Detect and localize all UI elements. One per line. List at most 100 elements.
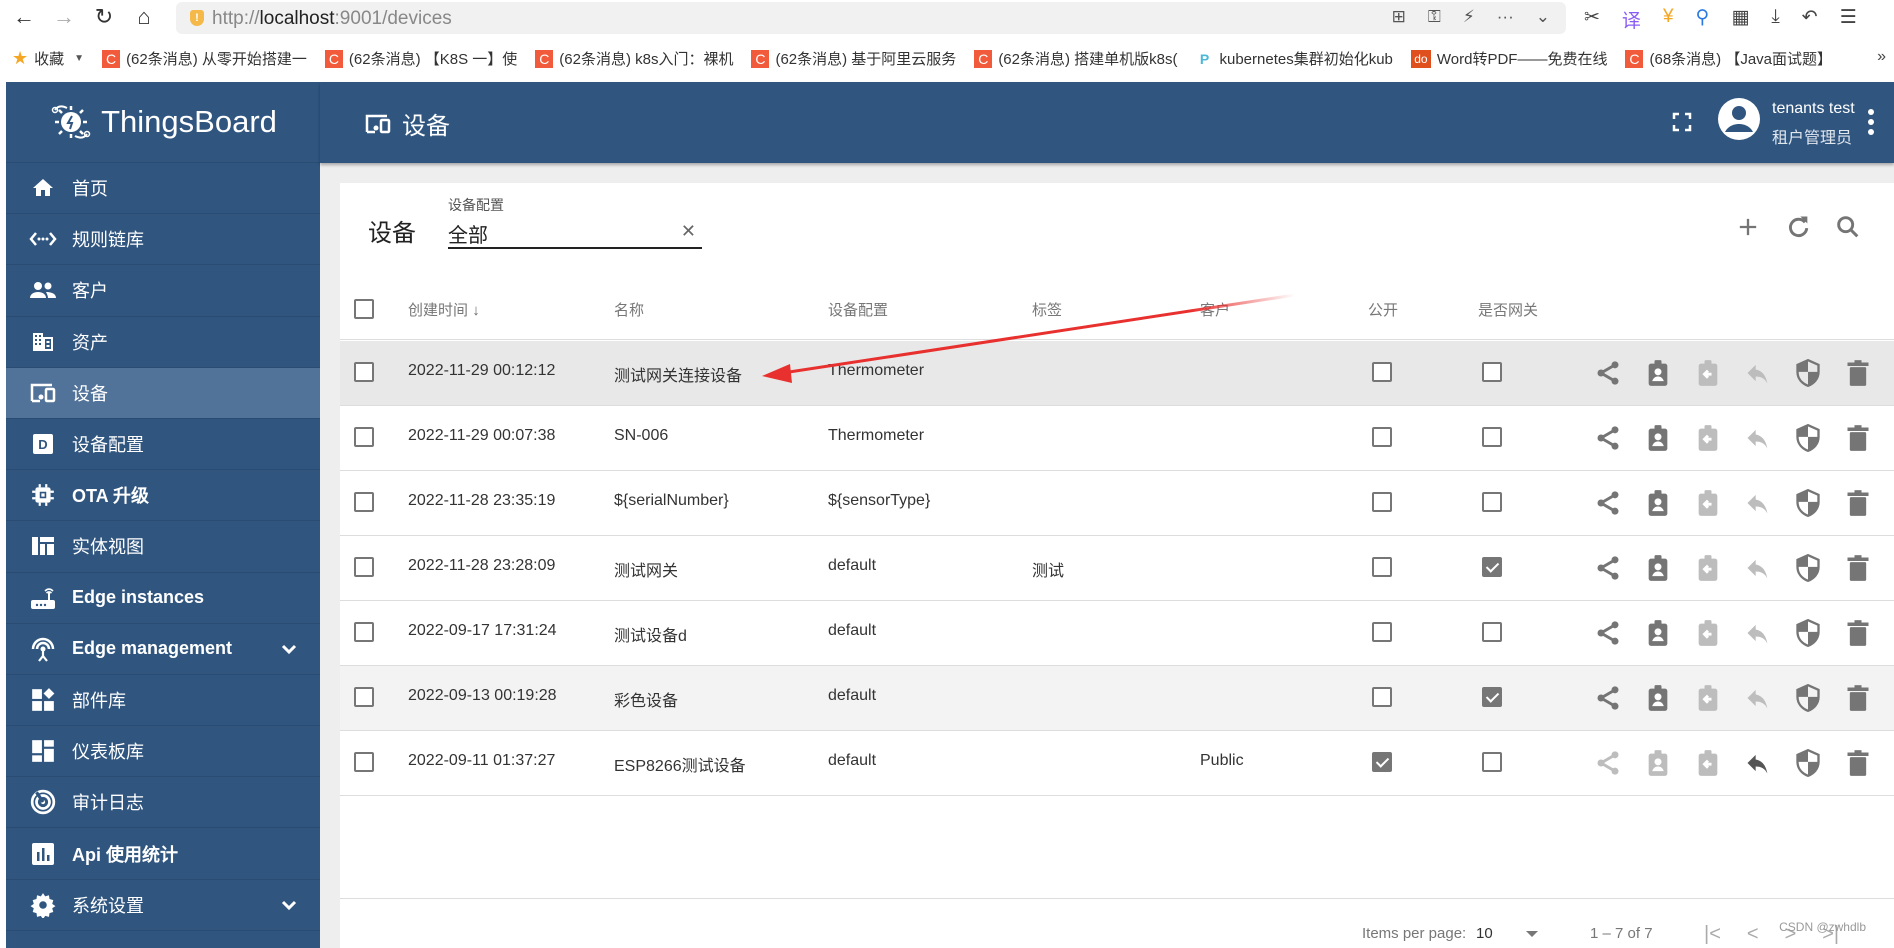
share-icon[interactable] bbox=[1594, 424, 1622, 452]
download-icon[interactable]: ⤓ bbox=[1771, 6, 1779, 33]
back-button[interactable]: ← bbox=[12, 4, 36, 30]
assign-to-customer-icon[interactable] bbox=[1644, 489, 1672, 517]
sidebar-item-audit-logs[interactable]: 审计日志 bbox=[6, 777, 320, 829]
column-header-gateway[interactable]: 是否网关 bbox=[1478, 299, 1538, 320]
unassign-icon[interactable] bbox=[1694, 749, 1722, 777]
forward-button[interactable]: → bbox=[52, 4, 76, 30]
column-header-name[interactable]: 名称 bbox=[614, 299, 644, 320]
sidebar-item-device-profiles[interactable]: D 设备配置 bbox=[6, 419, 320, 471]
clear-icon[interactable]: ✕ bbox=[681, 221, 696, 242]
bookmark[interactable]: do Word转PDF——免费在线 bbox=[1410, 48, 1607, 69]
sidebar-item-assets[interactable]: 资产 bbox=[6, 317, 320, 368]
more-icon[interactable]: ··· bbox=[1497, 7, 1514, 27]
make-private-icon[interactable] bbox=[1744, 749, 1772, 777]
row-select-checkbox[interactable] bbox=[354, 687, 374, 707]
bookmark[interactable]: C (62条消息) 从零开始搭建一 bbox=[102, 48, 307, 69]
row-select-checkbox[interactable] bbox=[354, 427, 374, 447]
table-row[interactable]: 2022-11-29 00:07:38 SN-006 Thermometer bbox=[340, 406, 1894, 471]
assign-to-customer-icon[interactable] bbox=[1644, 619, 1672, 647]
row-select-checkbox[interactable] bbox=[354, 557, 374, 577]
fullscreen-icon[interactable] bbox=[1670, 110, 1694, 134]
assign-to-customer-icon[interactable] bbox=[1644, 749, 1672, 777]
share-icon[interactable] bbox=[1594, 359, 1622, 387]
make-private-icon[interactable] bbox=[1744, 424, 1772, 452]
translate-ext-icon[interactable]: 译 bbox=[1622, 6, 1641, 33]
device-profile-filter-value[interactable]: 全部 bbox=[448, 219, 488, 248]
credentials-icon[interactable] bbox=[1794, 358, 1822, 388]
share-icon[interactable] bbox=[1594, 684, 1622, 712]
refresh-icon[interactable] bbox=[1784, 213, 1812, 241]
delete-icon[interactable] bbox=[1844, 684, 1872, 712]
column-header-label[interactable]: 标签 bbox=[1032, 299, 1062, 320]
lightning-icon[interactable]: ⚡ bbox=[1463, 7, 1475, 27]
sidebar-item-widgets[interactable]: 部件库 bbox=[6, 675, 320, 727]
delete-icon[interactable] bbox=[1844, 619, 1872, 647]
table-row[interactable]: 2022-11-28 23:35:19 ${serialNumber} ${sens… bbox=[340, 471, 1894, 536]
credentials-icon[interactable] bbox=[1794, 423, 1822, 453]
sidebar-item-home[interactable]: 首页 bbox=[6, 163, 320, 215]
sidebar-item-ota[interactable]: OTA 升级 bbox=[6, 470, 320, 522]
make-private-icon[interactable] bbox=[1744, 554, 1772, 582]
make-private-icon[interactable] bbox=[1744, 489, 1772, 517]
make-private-icon[interactable] bbox=[1744, 619, 1772, 647]
sidebar-item-devices[interactable]: 设备 bbox=[6, 367, 320, 419]
bookmark[interactable]: C (68条消息) 【Java面试题】 bbox=[1625, 48, 1832, 69]
address-bar[interactable]: ! http://localhost:9001/devices ⊞ ⚿ ⚡ ··… bbox=[176, 2, 1566, 34]
share-icon[interactable] bbox=[1594, 489, 1622, 517]
sidebar-item-customers[interactable]: 客户 bbox=[6, 265, 320, 317]
credentials-icon[interactable] bbox=[1794, 488, 1822, 518]
table-row[interactable]: 2022-11-29 00:12:12 测试网关连接设备 Thermometer bbox=[340, 341, 1894, 406]
bookmark[interactable]: C (62条消息) 搭建单机版k8s( bbox=[974, 48, 1178, 69]
row-select-checkbox[interactable] bbox=[354, 622, 374, 642]
sidebar-item-rule-chains[interactable]: 规则链库 bbox=[6, 214, 320, 266]
select-all-checkbox[interactable] bbox=[354, 299, 374, 319]
home-button[interactable]: ⌂ bbox=[132, 4, 156, 30]
column-header-customer[interactable]: 客户 bbox=[1200, 299, 1230, 320]
device-profile-filter[interactable]: 全部 ✕ bbox=[448, 217, 702, 249]
make-private-icon[interactable] bbox=[1744, 684, 1772, 712]
share-icon[interactable] bbox=[1594, 749, 1622, 777]
sidebar-item-dashboards[interactable]: 仪表板库 bbox=[6, 726, 320, 778]
bookmarks-more-button[interactable]: » bbox=[1877, 48, 1886, 66]
add-icon[interactable] bbox=[1734, 213, 1762, 241]
credentials-icon[interactable] bbox=[1794, 748, 1822, 778]
table-row[interactable]: 2022-09-17 17:31:24 测试设备d default bbox=[340, 601, 1894, 666]
bookmark[interactable]: C (62条消息) 基于阿里云服务 bbox=[751, 48, 956, 69]
assign-to-customer-icon[interactable] bbox=[1644, 684, 1672, 712]
chevron-down-icon[interactable] bbox=[280, 896, 298, 914]
row-select-checkbox[interactable] bbox=[354, 362, 374, 382]
prev-page-button[interactable]: < bbox=[1747, 923, 1759, 946]
translate-icon[interactable]: ⊞ bbox=[1392, 7, 1406, 27]
table-row[interactable]: 2022-11-28 23:28:09 测试网关 default 测试 bbox=[340, 536, 1894, 601]
bookmark[interactable]: Pkubernetes集群初始化kub bbox=[1196, 48, 1393, 69]
unassign-icon[interactable] bbox=[1694, 424, 1722, 452]
sidebar-item-edge-instances[interactable]: Edge instances bbox=[6, 573, 320, 624]
search-ext-icon[interactable]: ⚲ bbox=[1696, 6, 1710, 33]
credentials-icon[interactable] bbox=[1794, 553, 1822, 583]
chevron-down-icon[interactable] bbox=[280, 640, 298, 658]
delete-icon[interactable] bbox=[1844, 749, 1872, 777]
bookmark[interactable]: C (62条消息) k8s入门：裸机 bbox=[535, 48, 733, 69]
avatar[interactable] bbox=[1718, 98, 1760, 140]
assign-to-customer-icon[interactable] bbox=[1644, 359, 1672, 387]
unassign-icon[interactable] bbox=[1694, 684, 1722, 712]
unassign-icon[interactable] bbox=[1694, 619, 1722, 647]
delete-icon[interactable] bbox=[1844, 359, 1872, 387]
delete-icon[interactable] bbox=[1844, 554, 1872, 582]
reload-button[interactable]: ↻ bbox=[92, 4, 116, 30]
search-icon[interactable] bbox=[1834, 213, 1862, 241]
url-text[interactable]: http://localhost:9001/devices bbox=[212, 8, 452, 30]
key-icon[interactable]: ⚿ bbox=[1428, 7, 1441, 27]
bookmark[interactable]: C (62条消息) 【K8S 一】使 bbox=[324, 48, 517, 69]
sidebar-item-entity-views[interactable]: 实体视图 bbox=[6, 521, 320, 573]
delete-icon[interactable] bbox=[1844, 489, 1872, 517]
wallet-icon[interactable]: ¥ bbox=[1663, 6, 1674, 33]
chevron-down-icon[interactable]: ⌄ bbox=[1536, 7, 1550, 27]
row-select-checkbox[interactable] bbox=[354, 752, 374, 772]
brand-logo[interactable]: ThingsBoard bbox=[6, 82, 320, 163]
delete-icon[interactable] bbox=[1844, 424, 1872, 452]
unassign-icon[interactable] bbox=[1694, 489, 1722, 517]
bookmark-favorites[interactable]: ★ 收藏 ▼ bbox=[12, 48, 84, 69]
page-size-select[interactable]: 10 bbox=[1476, 925, 1493, 942]
share-icon[interactable] bbox=[1594, 554, 1622, 582]
